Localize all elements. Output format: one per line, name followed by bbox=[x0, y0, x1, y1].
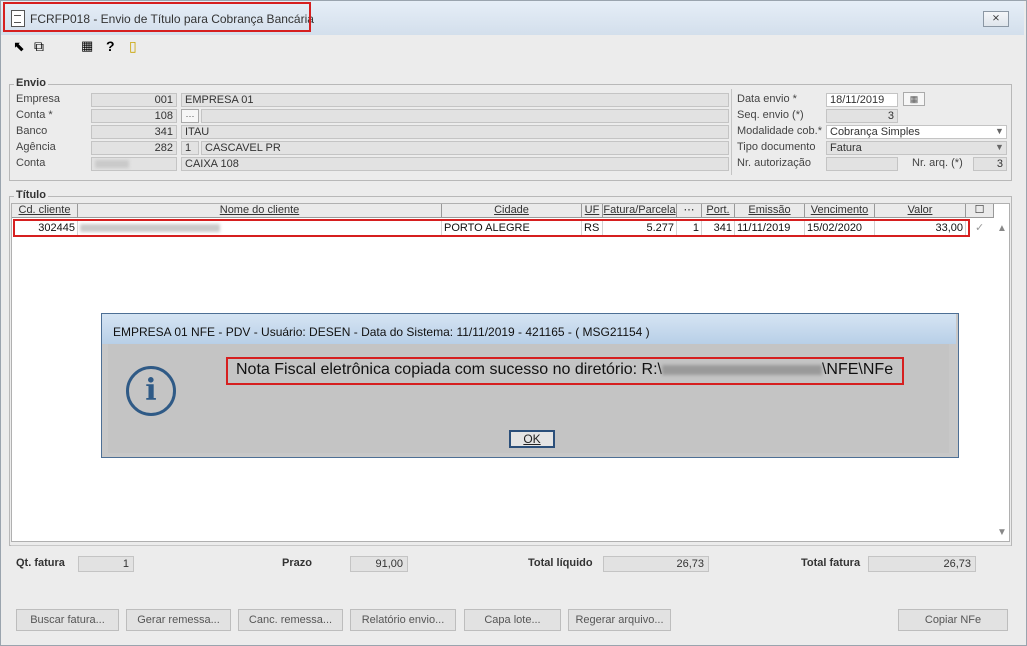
conta-star-label: Conta * bbox=[16, 109, 53, 121]
data-envio-field[interactable]: 18/11/2019 bbox=[826, 93, 898, 107]
ok-button[interactable]: OK bbox=[509, 430, 555, 448]
envio-divider bbox=[731, 89, 732, 175]
canc-remessa-button[interactable]: Canc. remessa... bbox=[238, 609, 343, 631]
prazo-field: 91,00 bbox=[350, 556, 408, 572]
capa-lote-button[interactable]: Capa lote... bbox=[464, 609, 561, 631]
total-liquido-field: 26,73 bbox=[603, 556, 709, 572]
modalidade-select[interactable]: Cobrança Simples bbox=[826, 125, 1007, 139]
conta-lookup-button[interactable]: ⋯ bbox=[181, 109, 199, 123]
agencia-code-field: 282 bbox=[91, 141, 177, 155]
summary-separator bbox=[11, 545, 1011, 546]
copiar-nfe-button[interactable]: Copiar NFe bbox=[898, 609, 1008, 631]
banco-label: Banco bbox=[16, 125, 48, 137]
agencia-label: Agência bbox=[16, 141, 56, 153]
total-fatura-label: Total fatura bbox=[801, 557, 861, 569]
col-vencimento[interactable]: Vencimento bbox=[805, 204, 875, 218]
col-nome-cliente[interactable]: Nome do cliente bbox=[78, 204, 442, 218]
close-button[interactable]: ⨯ bbox=[983, 11, 1009, 27]
nr-arq-label: Nr. arq. (*) bbox=[912, 157, 963, 169]
tipo-documento-select[interactable]: Fatura bbox=[826, 141, 1007, 155]
scroll-down-icon[interactable]: ▼ bbox=[997, 527, 1007, 538]
empresa-name-field: EMPRESA 01 bbox=[181, 93, 729, 107]
agencia-digit-field: 1 bbox=[181, 141, 199, 155]
col-cidade[interactable]: Cidade bbox=[442, 204, 582, 218]
envio-group-title: Envio bbox=[14, 77, 48, 89]
conta-desc-field bbox=[201, 109, 729, 123]
nr-autorizacao-label: Nr. autorização bbox=[737, 157, 811, 169]
empresa-label: Empresa bbox=[16, 93, 61, 105]
banco-name-field: ITAU bbox=[181, 125, 729, 139]
qt-fatura-label: Qt. fatura bbox=[16, 557, 65, 569]
modalidade-chevron-icon[interactable]: ▼ bbox=[995, 126, 1004, 136]
scroll-up-icon[interactable]: ▲ bbox=[997, 223, 1007, 234]
info-icon: i bbox=[126, 366, 176, 416]
data-envio-label: Data envio * bbox=[737, 93, 797, 105]
agencia-name-field: CASCAVEL PR bbox=[201, 141, 729, 155]
empresa-code-field[interactable]: 001 bbox=[91, 93, 177, 107]
col-cd-cliente[interactable]: Cd. cliente bbox=[12, 204, 78, 218]
qt-fatura-field: 1 bbox=[78, 556, 134, 572]
nr-arq-field: 3 bbox=[973, 157, 1007, 171]
conta-number-field bbox=[91, 157, 177, 171]
total-liquido-label: Total líquido bbox=[528, 557, 593, 569]
help-icon[interactable]: ? bbox=[106, 38, 115, 54]
banco-code-field: 341 bbox=[91, 125, 177, 139]
seq-envio-field: 3 bbox=[826, 109, 898, 123]
seq-envio-label: Seq. envio (*) bbox=[737, 109, 804, 121]
nr-autorizacao-field bbox=[826, 157, 898, 171]
col-port[interactable]: Port. bbox=[702, 204, 735, 218]
copy-icon[interactable]: ⧉ bbox=[34, 38, 44, 54]
tipo-documento-chevron-icon[interactable]: ▼ bbox=[995, 142, 1004, 152]
relatorio-envio-button[interactable]: Relatório envio... bbox=[350, 609, 456, 631]
total-fatura-field: 26,73 bbox=[868, 556, 976, 572]
title-highlight bbox=[3, 2, 311, 32]
conta-name-field: CAIXA 108 bbox=[181, 157, 729, 171]
door-icon[interactable]: ▯ bbox=[129, 38, 137, 54]
col-fatura-parcela[interactable]: Fatura/Parcela bbox=[603, 204, 677, 218]
message-highlight bbox=[226, 357, 904, 385]
dialog-title: EMPRESA 01 NFE - PDV - Usuário: DESEN - … bbox=[113, 325, 650, 339]
col-uf[interactable]: UF bbox=[582, 204, 603, 218]
exit-icon[interactable]: ⬉ bbox=[13, 38, 25, 54]
titulo-group-title: Título bbox=[14, 189, 48, 201]
col-parcela-icon[interactable]: ⋯ bbox=[677, 204, 702, 218]
regerar-arquivo-button[interactable]: Regerar arquivo... bbox=[568, 609, 671, 631]
prazo-label: Prazo bbox=[282, 557, 312, 569]
gerar-remessa-button[interactable]: Gerar remessa... bbox=[126, 609, 231, 631]
calendar-button[interactable]: ▦ bbox=[903, 92, 925, 106]
conta-code-field[interactable]: 108 bbox=[91, 109, 177, 123]
calendar-icon[interactable]: ▦ bbox=[81, 38, 93, 54]
conta-label: Conta bbox=[16, 157, 46, 169]
row-checkbox[interactable]: ✓ bbox=[973, 221, 989, 235]
buscar-fatura-button[interactable]: Buscar fatura... bbox=[16, 609, 119, 631]
col-select-all-checkbox[interactable]: ☐ bbox=[966, 204, 994, 218]
tipo-documento-label: Tipo documento bbox=[737, 141, 816, 153]
row-highlight bbox=[13, 219, 970, 237]
col-emissao[interactable]: Emissão bbox=[735, 204, 805, 218]
modalidade-label: Modalidade cob.* bbox=[737, 125, 823, 137]
col-valor[interactable]: Valor bbox=[875, 204, 966, 218]
